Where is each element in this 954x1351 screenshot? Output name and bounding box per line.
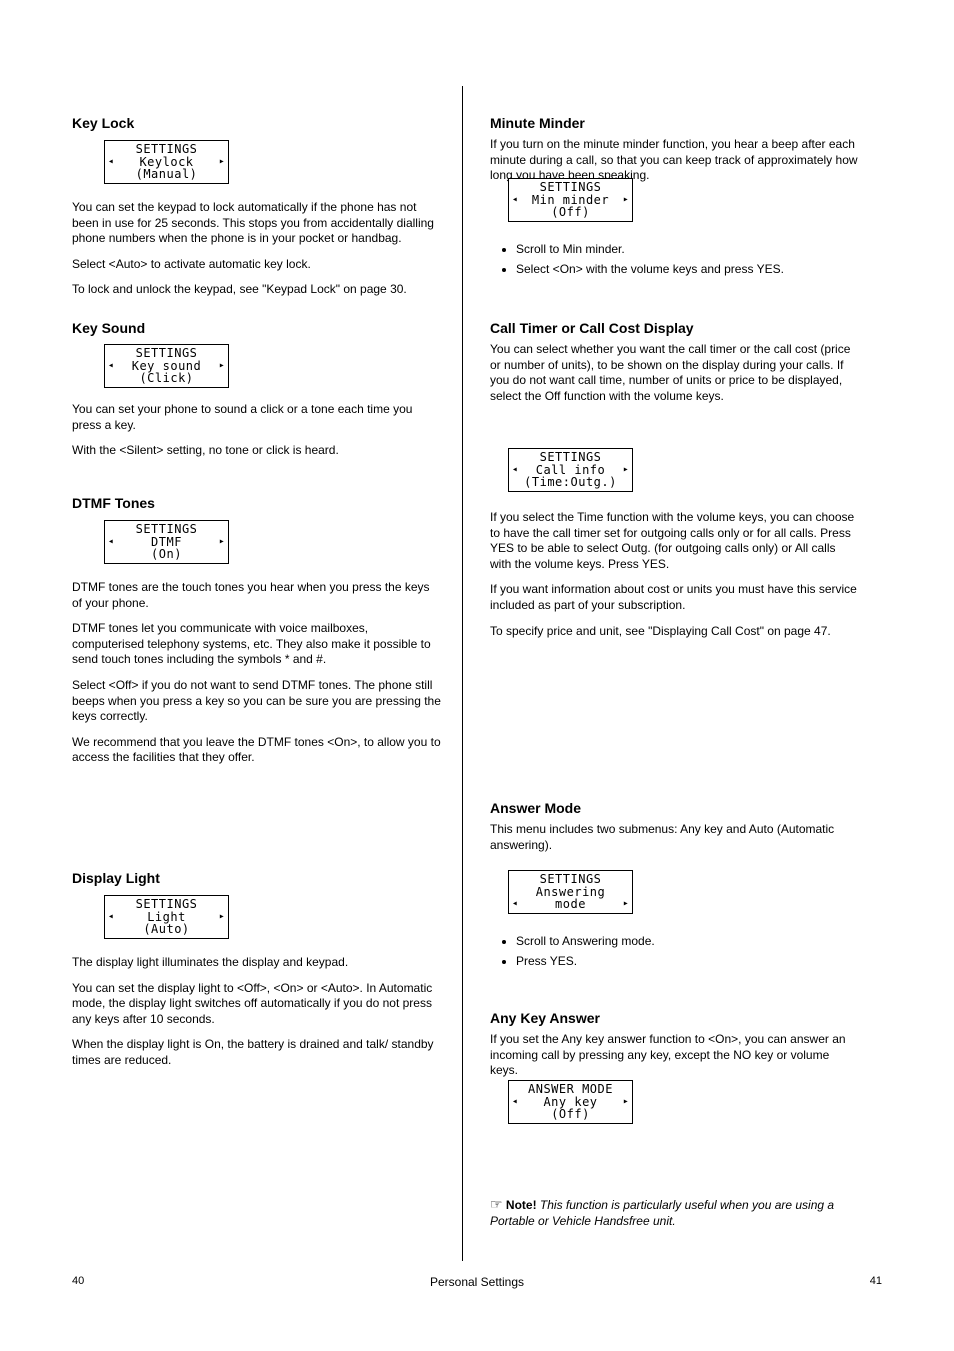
arrow-right-icon: ▸ [218,537,226,548]
section-keylock: Key Lock [72,115,442,137]
lcd-light: SETTINGS ◂Light▸ (Auto) [104,895,229,939]
arrow-left-icon: ◂ [107,912,115,923]
para: You can set the keypad to lock automatic… [72,200,442,247]
lcd-value: (Time:Outg.) [511,476,630,489]
lcd-value: (Off) [511,1108,630,1121]
arrow-left-icon: ◂ [511,899,519,910]
lcd-title: SETTINGS [107,523,226,536]
heading-answer: Answer Mode [490,800,860,816]
para: If you set the Any key answer function t… [490,1032,860,1079]
column-divider [462,86,463,1261]
star-hash: * and # [285,652,323,666]
text-callinfo: If you select the Time function with the… [490,510,860,649]
para: You can set your phone to sound a click … [72,402,442,433]
section-keysound: Key Sound [72,320,442,342]
note: ☞ Note! This function is particularly us… [490,1195,860,1229]
lcd-value: (Auto) [107,923,226,936]
footer-title: Personal Settings [0,1275,954,1289]
arrow-right-icon: ▸ [218,361,226,372]
heading-anykey: Any Key Answer [490,1010,860,1026]
lcd-title: SETTINGS [107,347,226,360]
lcd-answer: SETTINGS Answering ◂mode▸ [508,870,633,914]
para: To lock and unlock the keypad, see "Keyp… [72,282,442,298]
lcd-line-b: mode [519,898,622,911]
para: If you turn on the minute minder functio… [490,137,860,184]
para: If you want information about cost or un… [490,582,860,613]
heading-light: Display Light [72,870,442,886]
arrow-left-icon: ◂ [511,195,519,206]
bullets-answer: Scroll to Answering mode. Press YES. [490,930,860,979]
lcd-minute: SETTINGS ◂Min minder▸ (Off) [508,178,633,222]
para: The display light illuminates the displa… [72,955,442,971]
arrow-left-icon: ◂ [107,157,115,168]
lcd-keysound: SETTINGS ◂Key sound▸ (Click) [104,344,229,388]
hand-point-icon: ☞ [490,1196,503,1212]
para: With the <Silent> setting, no tone or cl… [72,443,442,459]
text-light: The display light illuminates the displa… [72,955,442,1079]
arrow-left-icon: ◂ [511,1097,519,1108]
note-text: This function is particularly useful whe… [490,1198,834,1228]
arrow-left-icon: ◂ [107,537,115,548]
para: If you select the Time function with the… [490,510,860,572]
arrow-right-icon: ▸ [622,899,630,910]
heading-callinfo: Call Timer or Call Cost Display [490,320,860,336]
section-anykey: Any Key Answer If you set the Any key an… [490,1010,860,1089]
bullet: Press YES. [516,954,860,970]
bullet: Select <On> with the volume keys and pre… [516,262,860,278]
arrow-right-icon: ▸ [218,912,226,923]
para: This menu includes two submenus: Any key… [490,822,860,853]
heading-keysound: Key Sound [72,320,442,336]
arrow-right-icon: ▸ [622,465,630,476]
bullet: Scroll to Answering mode. [516,934,860,950]
text-dtmf: DTMF tones are the touch tones you hear … [72,580,442,776]
para: Select <Off> if you do not want to send … [72,678,442,725]
section-answer: Answer Mode This menu includes two subme… [490,800,860,863]
lcd-dtmf: SETTINGS ◂DTMF▸ (On) [104,520,229,564]
section-callinfo: Call Timer or Call Cost Display You can … [490,320,860,414]
note-label: Note! [506,1198,537,1212]
heading-keylock: Key Lock [72,115,442,131]
text-keysound: You can set your phone to sound a click … [72,402,442,469]
lcd-title: SETTINGS [511,873,630,886]
lcd-callinfo: SETTINGS ◂Call info▸ (Time:Outg.) [508,448,633,492]
section-light: Display Light [72,870,442,892]
arrow-left-icon: ◂ [511,465,519,476]
para: Select <Auto> to activate automatic key … [72,257,442,273]
para: You can select whether you want the call… [490,342,860,404]
arrow-right-icon: ▸ [622,195,630,206]
para: You can set the display light to <Off>, … [72,981,442,1028]
para: DTMF tones are the touch tones you hear … [72,580,442,611]
para: To specify price and unit, see "Displayi… [490,624,860,640]
para: When the display light is On, the batter… [72,1037,442,1068]
note-anykey: ☞ Note! This function is particularly us… [490,1195,860,1239]
arrow-left-icon: ◂ [107,361,115,372]
lcd-value: (Manual) [107,168,226,181]
text-keylock: You can set the keypad to lock automatic… [72,200,442,308]
lcd-value: (Click) [107,372,226,385]
arrow-right-icon: ▸ [218,157,226,168]
bullet: Scroll to Min minder. [516,242,860,258]
lcd-value: (Off) [511,206,630,219]
section-dtmf: DTMF Tones [72,495,442,517]
para: We recommend that you leave the DTMF ton… [72,735,442,766]
period: . [323,652,326,666]
lcd-title: SETTINGS [107,898,226,911]
lcd-title: SETTINGS [511,181,630,194]
heading-dtmf: DTMF Tones [72,495,442,511]
lcd-value: (On) [107,548,226,561]
page: Key Lock SETTINGS ◂Keylock▸ (Manual) You… [0,0,954,1351]
lcd-title: SETTINGS [511,451,630,464]
lcd-title: SETTINGS [107,143,226,156]
bullets-minute: Scroll to Min minder. Select <On> with t… [490,238,860,287]
lcd-title: ANSWER MODE [511,1083,630,1096]
para-text: DTMF tones let you communicate with voic… [72,621,431,666]
para: DTMF tones let you communicate with voic… [72,621,442,668]
arrow-right-icon: ▸ [622,1097,630,1108]
lcd-anykey: ANSWER MODE ◂Any key▸ (Off) [508,1080,633,1124]
lcd-keylock: SETTINGS ◂Keylock▸ (Manual) [104,140,229,184]
heading-minute: Minute Minder [490,115,860,131]
